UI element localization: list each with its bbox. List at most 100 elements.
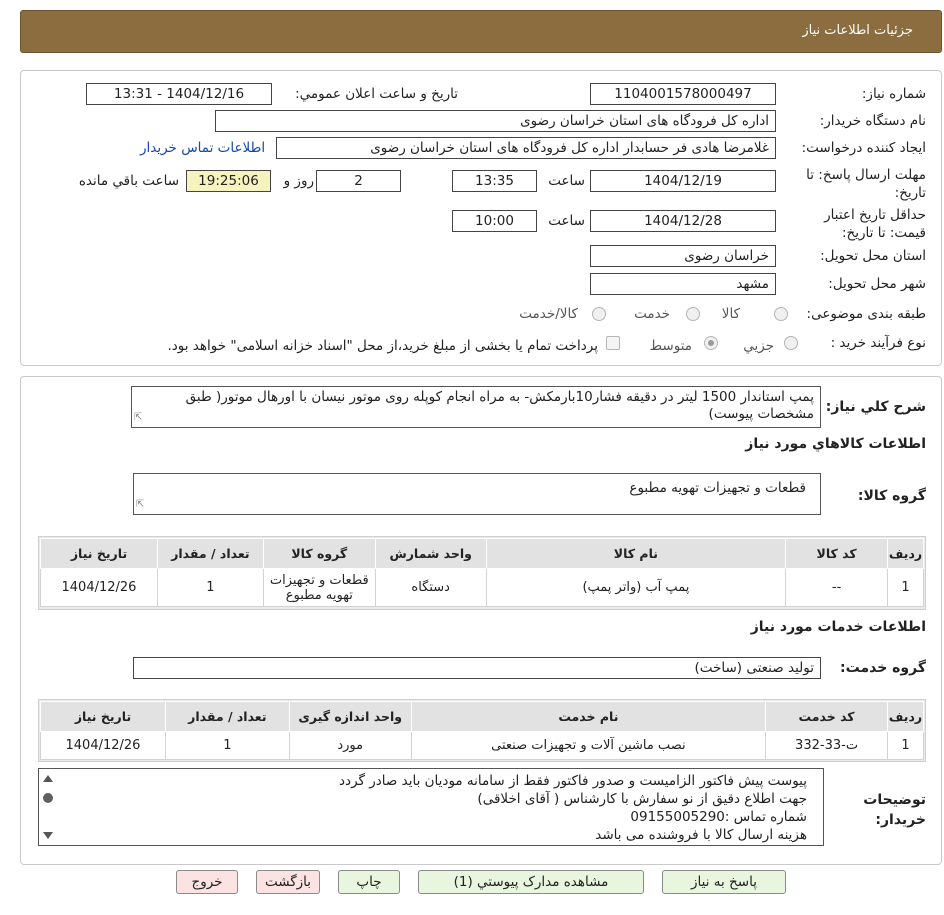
process-minor-label: جزيي <box>743 338 774 354</box>
notes-line: جهت اطلاع دقيق از نو سفارش با کارشناس ( … <box>477 791 807 807</box>
buyer-contact-link[interactable]: اطلاعات تماس خريدار <box>140 140 265 156</box>
services-col-date: تاريخ نياز <box>40 701 166 732</box>
exit-button[interactable]: خروج <box>176 870 238 894</box>
process-medium-radio[interactable] <box>704 336 718 350</box>
goods-cell-name: پمپ آب (واتر پمپ) <box>485 568 787 607</box>
summary-label: شرح کلي نياز: <box>825 399 926 415</box>
resize-grip-icon: ⇱ <box>136 499 145 510</box>
services-section-title: اطلاعات خدمات مورد نياز <box>750 619 926 635</box>
notes-label: توضيحات خريدار: <box>863 792 926 828</box>
table-row: 1 ت-33-332 نصب ماشين آلات و تجهيزات صنعت… <box>40 731 924 760</box>
services-table: رديف کد خدمت نام خدمت واحد اندازه گيری ت… <box>40 701 924 760</box>
goods-col-date: تاريخ نياز <box>40 538 158 569</box>
deadline-time-field: 13:35 <box>452 170 537 192</box>
back-button[interactable]: بازگشت <box>256 870 320 894</box>
goods-group-value: قطعات و تجهيزات تهويه مطبوع <box>629 480 806 496</box>
resize-grip-icon: ⇱ <box>134 412 143 423</box>
deadline-date-field: 1404/12/19 <box>590 170 776 192</box>
category-goods-service-label: کالا/خدمت <box>519 306 578 322</box>
goods-cell-date: 1404/12/26 <box>40 568 158 607</box>
process-medium-label: متوسط <box>649 338 692 354</box>
category-goods-service-radio[interactable] <box>592 307 606 321</box>
days-field: 2 <box>316 170 401 192</box>
validity-time-field: 10:00 <box>452 210 537 232</box>
scroll-up-icon[interactable] <box>43 775 53 782</box>
services-cell-code: ت-33-332 <box>765 731 889 760</box>
treasury-checkbox[interactable] <box>606 336 620 350</box>
deadline-time-label: ساعت <box>548 173 585 189</box>
scroll-down-icon[interactable] <box>43 832 53 839</box>
goods-col-code: کد کالا <box>785 538 889 569</box>
category-goods-radio[interactable] <box>774 307 788 321</box>
category-label: طبقه بندی موضوعی: <box>806 306 926 322</box>
services-col-row: رديف <box>887 701 924 732</box>
page-title: جزئيات اطلاعات نياز <box>802 23 913 38</box>
need-number-field: 1104001578000497 <box>590 83 776 105</box>
goods-cell-code: -- <box>785 568 889 607</box>
print-button[interactable]: چاپ <box>338 870 400 894</box>
notes-line: شماره تماس :09155005290 <box>630 809 807 825</box>
deadline-label: مهلت ارسال پاسخ: تا تاريخ: <box>806 167 926 201</box>
validity-time-label: ساعت <box>548 213 585 229</box>
services-cell-qty: 1 <box>164 731 290 760</box>
category-goods-label: کالا <box>721 306 740 322</box>
services-cell-row: 1 <box>887 731 924 760</box>
services-col-qty: تعداد / مقدار <box>164 701 290 732</box>
buyer-label: نام دستگاه خريدار: <box>819 113 926 129</box>
buyer-notes-textarea[interactable]: پيوست پيش فاکتور الزاميست و صدور فاکتور … <box>38 768 824 846</box>
announce-label: تاريخ و ساعت اعلان عمومي: <box>295 86 458 102</box>
notes-scrollbar[interactable] <box>39 769 57 845</box>
view-documents-button[interactable]: مشاهده مدارک پيوستي (1) <box>418 870 644 894</box>
category-service-radio[interactable] <box>686 307 700 321</box>
services-col-code: کد خدمت <box>765 701 889 732</box>
goods-section-title: اطلاعات کالاهاي مورد نياز <box>745 436 926 452</box>
goods-col-qty: تعداد / مقدار <box>156 538 264 569</box>
days-label: روز و <box>283 173 314 189</box>
reply-button[interactable]: پاسخ به نياز <box>662 870 786 894</box>
goods-table: رديف کد کالا نام کالا واحد شمارش گروه کا… <box>40 538 924 607</box>
process-label: نوع فرآيند خريد : <box>830 335 926 351</box>
service-group-label: گروه خدمت: <box>840 660 926 676</box>
goods-col-name: نام کالا <box>485 538 787 569</box>
buyer-field: اداره کل فرودگاه های استان خراسان رضوی <box>215 110 776 132</box>
table-row: 1 -- پمپ آب (واتر پمپ) دستگاه قطعات و تج… <box>40 568 924 607</box>
creator-label: ايجاد کننده درخواست: <box>801 140 926 156</box>
notes-line: هزينه ارسال کالا با فروشنده می باشد <box>595 827 807 843</box>
page-header: جزئيات اطلاعات نياز <box>20 10 942 53</box>
goods-group-label: گروه کالا: <box>857 488 926 504</box>
services-col-name: نام خدمت <box>410 701 767 732</box>
notes-line: پيوست پيش فاکتور الزاميست و صدور فاکتور … <box>339 773 807 789</box>
goods-cell-unit: دستگاه <box>374 568 487 607</box>
services-col-unit: واحد اندازه گيری <box>288 701 412 732</box>
treasury-note: پرداخت تمام يا بخشی از مبلغ خريد،از محل … <box>167 338 598 354</box>
announce-field: 1404/12/16 - 13:31 <box>86 83 272 105</box>
validity-date-field: 1404/12/28 <box>590 210 776 232</box>
service-group-field: توليد صنعتی (ساخت) <box>133 657 821 679</box>
services-cell-unit: مورد <box>288 731 412 760</box>
validity-label: حداقل تاريخ اعتبار قيمت: تا تاريخ: <box>824 207 926 241</box>
process-minor-radio[interactable] <box>784 336 798 350</box>
summary-textarea: پمپ استاندار 1500 ليتر در دقيقه فشار10با… <box>131 386 821 428</box>
goods-table-header: رديف کد کالا نام کالا واحد شمارش گروه کا… <box>40 538 924 569</box>
services-cell-date: 1404/12/26 <box>40 731 166 760</box>
creator-field: غلامرضا هادی فر حسابدار اداره کل فرودگاه… <box>276 137 776 159</box>
goods-cell-group: قطعات و تجهيزات تهويه مطبوع <box>262 568 376 607</box>
goods-col-unit: واحد شمارش <box>374 538 487 569</box>
goods-col-row: رديف <box>887 538 924 569</box>
summary-text: پمپ استاندار 1500 ليتر در دقيقه فشار10با… <box>185 389 814 422</box>
category-service-label: خدمت <box>634 306 670 322</box>
remaining-time-field: 19:25:06 <box>186 170 271 192</box>
remaining-label: ساعت باقي مانده <box>78 173 179 189</box>
goods-cell-qty: 1 <box>156 568 264 607</box>
province-field: خراسان رضوی <box>590 245 776 267</box>
services-cell-name: نصب ماشين آلات و تجهيزات صنعتی <box>410 731 767 760</box>
goods-col-group: گروه کالا <box>262 538 376 569</box>
city-field: مشهد <box>590 273 776 295</box>
goods-cell-row: 1 <box>887 568 924 607</box>
scroll-thumb[interactable] <box>43 793 53 803</box>
services-table-header: رديف کد خدمت نام خدمت واحد اندازه گيری ت… <box>40 701 924 732</box>
need-number-label: شماره نياز: <box>861 86 926 102</box>
city-label: شهر محل تحويل: <box>828 276 926 292</box>
province-label: استان محل تحويل: <box>820 248 926 264</box>
goods-group-textarea: قطعات و تجهيزات تهويه مطبوع ⇱ <box>133 473 821 515</box>
